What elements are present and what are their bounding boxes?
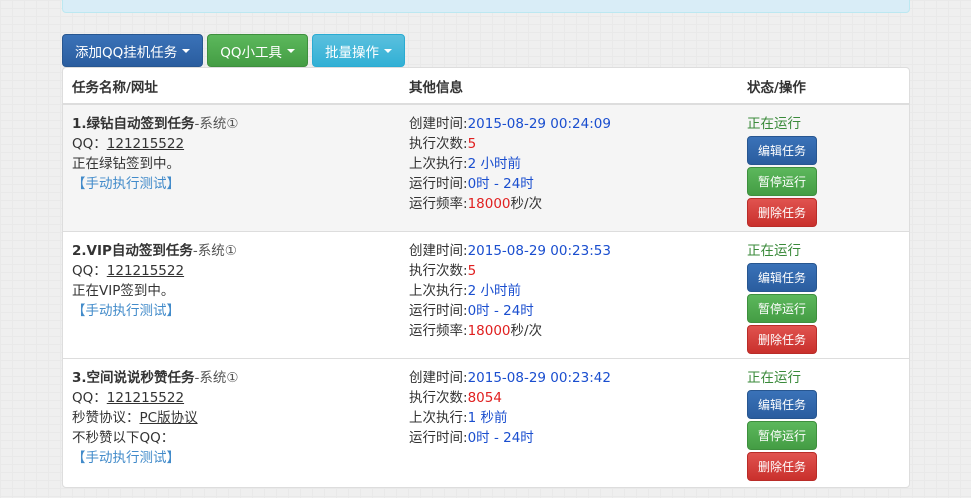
status-badge: 正在运行 [747, 116, 801, 132]
qq-link[interactable]: 121215522 [107, 263, 184, 279]
exec-count: 5 [467, 136, 477, 152]
batch-ops-dropdown-button[interactable]: 批量操作 [312, 34, 406, 67]
task-info-cell: 创建时间:2015-08-29 00:24:09 执行次数:5 上次执行:2 小… [409, 116, 611, 212]
run-freq: 18000 [467, 323, 511, 339]
exec-count: 8054 [467, 390, 502, 406]
task-table: 任务名称/网址 其他信息 状态/操作 1.绿钻自动签到任务-系统① QQ：121… [62, 67, 910, 488]
table-row: 2.VIP自动签到任务-系统① QQ：121215522 正在VIP签到中。 【… [63, 232, 909, 359]
caret-down-icon [182, 48, 191, 53]
run-time: 0时 - 24时 [467, 303, 534, 319]
table-row: 1.绿钻自动签到任务-系统① QQ：121215522 正在绿钻签到中。 【手动… [63, 105, 909, 232]
add-qq-task-label: 添加QQ挂机任务 [75, 44, 178, 61]
delete-task-button[interactable]: 删除任务 [747, 325, 817, 354]
task-ops-cell: 正在运行 编辑任务 暂停运行 删除任务 [747, 368, 827, 481]
add-qq-task-dropdown-button[interactable]: 添加QQ挂机任务 [62, 34, 204, 67]
toolbar: 添加QQ挂机任务 QQ小工具 批量操作 [62, 34, 406, 67]
task-title: 3.空间说说秒赞任务-系统① [72, 370, 239, 386]
task-info-cell: 创建时间:2015-08-29 00:23:42 执行次数:8054 上次执行:… [409, 370, 611, 446]
caret-down-icon [287, 48, 296, 53]
task-qq: QQ：121215522 [72, 390, 185, 406]
task-name-cell: 2.VIP自动签到任务-系统① QQ：121215522 正在VIP签到中。 【… [72, 241, 237, 321]
header-status-ops: 状态/操作 [747, 79, 806, 96]
table-row: 3.空间说说秒赞任务-系统① QQ：121215522 秒赞协议：PC版协议 不… [63, 359, 909, 487]
qq-tools-label: QQ小工具 [220, 44, 283, 61]
pause-task-button[interactable]: 暂停运行 [747, 167, 817, 196]
task-title: 2.VIP自动签到任务-系统① [72, 243, 237, 259]
task-name-cell: 1.绿钻自动签到任务-系统① QQ：121215522 正在绿钻签到中。 【手动… [72, 114, 239, 194]
task-info-cell: 创建时间:2015-08-29 00:23:53 执行次数:5 上次执行:2 小… [409, 243, 611, 339]
edit-task-button[interactable]: 编辑任务 [747, 390, 817, 419]
protocol-link[interactable]: PC版协议 [140, 410, 198, 426]
created-time: 2015-08-29 00:23:53 [467, 243, 611, 259]
manual-test-link[interactable]: 【手动执行测试】 [72, 450, 180, 466]
qq-link[interactable]: 121215522 [107, 136, 184, 152]
task-desc: 正在绿钻签到中。 [72, 156, 180, 172]
task-exclude: 不秒赞以下QQ： [72, 430, 175, 446]
created-time: 2015-08-29 00:23:42 [467, 370, 611, 386]
task-name-cell: 3.空间说说秒赞任务-系统① QQ：121215522 秒赞协议：PC版协议 不… [72, 368, 239, 468]
manual-test-link[interactable]: 【手动执行测试】 [72, 176, 180, 192]
delete-task-button[interactable]: 删除任务 [747, 452, 817, 481]
batch-ops-label: 批量操作 [325, 44, 380, 61]
run-time: 0时 - 24时 [467, 176, 534, 192]
task-ops-cell: 正在运行 编辑任务 暂停运行 删除任务 [747, 114, 827, 227]
task-qq: QQ：121215522 [72, 263, 185, 279]
edit-task-button[interactable]: 编辑任务 [747, 136, 817, 165]
caret-down-icon [384, 48, 393, 53]
manual-test-link[interactable]: 【手动执行测试】 [72, 303, 180, 319]
pause-task-button[interactable]: 暂停运行 [747, 294, 817, 323]
task-ops-cell: 正在运行 编辑任务 暂停运行 删除任务 [747, 241, 827, 354]
run-freq: 18000 [467, 196, 511, 212]
table-header: 任务名称/网址 其他信息 状态/操作 [63, 68, 909, 105]
status-badge: 正在运行 [747, 370, 801, 386]
created-time: 2015-08-29 00:24:09 [467, 116, 611, 132]
header-task-name: 任务名称/网址 [72, 79, 158, 96]
task-title: 1.绿钻自动签到任务-系统① [72, 116, 239, 132]
delete-task-button[interactable]: 删除任务 [747, 198, 817, 227]
task-desc: 正在VIP签到中。 [72, 283, 175, 299]
task-qq: QQ：121215522 [72, 136, 185, 152]
status-badge: 正在运行 [747, 243, 801, 259]
pause-task-button[interactable]: 暂停运行 [747, 421, 817, 450]
qq-tools-dropdown-button[interactable]: QQ小工具 [207, 34, 309, 67]
last-exec: 1 秒前 [467, 410, 508, 426]
header-other-info: 其他信息 [409, 79, 463, 96]
last-exec: 2 小时前 [467, 156, 521, 172]
task-protocol: 秒赞协议：PC版协议 [72, 410, 198, 426]
top-alert-bar [62, 0, 910, 13]
run-time: 0时 - 24时 [467, 430, 534, 446]
qq-link[interactable]: 121215522 [107, 390, 184, 406]
exec-count: 5 [467, 263, 477, 279]
edit-task-button[interactable]: 编辑任务 [747, 263, 817, 292]
last-exec: 2 小时前 [467, 283, 521, 299]
